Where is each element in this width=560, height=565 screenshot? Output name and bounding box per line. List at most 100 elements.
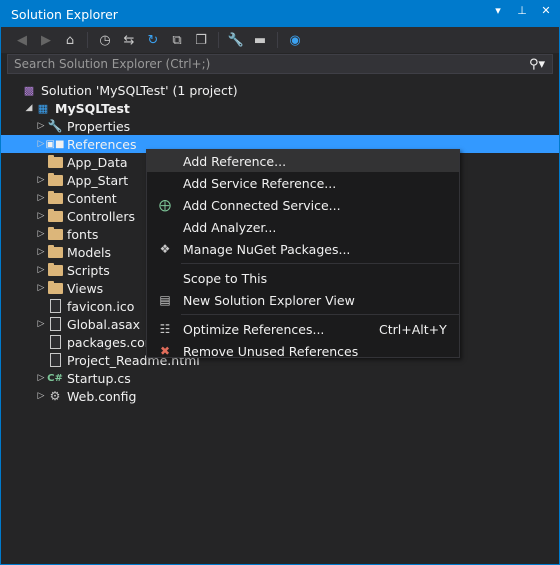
expand-arrow-icon[interactable]: ▷ [35,283,47,293]
collapse-all-icon[interactable]: ⧉ [168,31,186,49]
sync-with-active-document-icon[interactable]: ⇆ [120,31,138,49]
toolbar: ◀ ▶ ⌂ ◷ ⇆ ↻ ⧉ ❐ 🔧 ▬ ◉ [1,27,559,53]
menu-item[interactable]: Add Reference... [147,150,459,172]
menu-item[interactable]: Add Analyzer... [147,216,459,238]
globe-icon[interactable]: ◉ [286,31,304,49]
menu-item-label: Remove Unused References [183,343,359,359]
title-bar: Solution Explorer ▾ ⊥ ✕ [1,1,559,27]
menu-item[interactable]: ✖ Remove Unused References [147,340,459,362]
project-label: MySQLTest [55,100,130,116]
project-node[interactable]: ◢ ▦ MySQLTest [1,99,559,117]
menu-item[interactable]: ❖ Manage NuGet Packages... [147,238,459,260]
properties-wrench-icon[interactable]: 🔧 [227,31,245,49]
tree-item-label: Content [67,190,117,206]
expand-arrow-icon[interactable]: ▷ [35,373,47,383]
folder-icon [47,262,63,278]
file-icon [47,298,63,314]
solution-explorer-window: Solution Explorer ▾ ⊥ ✕ ◀ ▶ ⌂ ◷ ⇆ ↻ ⧉ ❐ … [0,0,560,565]
expand-arrow-icon[interactable]: ▷ [35,121,47,131]
context-menu: Add Reference... Add Service Reference...… [146,149,460,359]
window-title: Solution Explorer [11,6,118,22]
folder-icon [47,226,63,242]
window-dropdown-icon[interactable]: ▾ [491,4,505,17]
remove-references-icon: ✖ [159,344,171,358]
wrench-icon: 🔧 [47,119,63,133]
menu-separator [181,314,459,315]
expand-arrow-icon[interactable]: ▷ [35,211,47,221]
menu-item-label: Optimize References... [183,321,325,337]
title-bar-buttons: ▾ ⊥ ✕ [491,4,553,17]
toolbar-divider [218,32,219,48]
toolbar-divider [277,32,278,48]
close-icon[interactable]: ✕ [539,4,553,17]
folder-icon [47,280,63,296]
tree-item[interactable]: ▷ C# Startup.cs [1,369,559,387]
search-input[interactable]: Search Solution Explorer (Ctrl+;) [8,57,522,71]
context-menu-items: Add Reference... Add Service Reference...… [147,150,459,362]
tree-item-label: App_Data [67,154,128,170]
tree-item[interactable]: ▷ 🔧 Properties [1,117,559,135]
tree-item-label: References [67,136,137,152]
project-icon: ▦ [37,101,49,115]
tree-item-label: Scripts [67,262,110,278]
menu-item-label: Add Connected Service... [183,197,341,213]
menu-item-label: Scope to This [183,270,268,286]
expand-arrow-icon[interactable]: ▷ [35,193,47,203]
pending-changes-filter-icon[interactable]: ◷ [96,31,114,49]
collapse-arrow-icon[interactable]: ◢ [23,103,35,113]
menu-item-label: Add Analyzer... [183,219,277,235]
toolbar-divider [87,32,88,48]
tree-item-label: App_Start [67,172,129,188]
folder-icon [47,154,63,170]
tree-item-label: Global.asax [67,316,141,332]
tree-item-label: fonts [67,226,99,242]
config-icon: ⚙ [49,389,61,403]
menu-item-shortcut: Ctrl+Alt+Y [379,321,447,337]
connected-service-icon: ⨁ [159,198,171,212]
tree-item-label: Models [67,244,112,260]
back-icon[interactable]: ◀ [13,31,31,49]
show-all-files-icon[interactable]: ❐ [192,31,210,49]
expand-arrow-icon[interactable]: ▷ [35,247,47,257]
menu-item-label: Manage NuGet Packages... [183,241,351,257]
optimize-icon: ☷ [159,322,171,336]
tree-item-label: Web.config [67,388,137,404]
folder-icon [47,190,63,206]
expand-arrow-icon[interactable]: ▷ [35,229,47,239]
expand-arrow-icon[interactable]: ▷ [35,391,47,401]
file-icon [47,352,63,368]
solution-icon: ▩ [23,83,35,97]
menu-separator [181,263,459,264]
home-icon[interactable]: ⌂ [61,31,79,49]
references-icon: ▣■ [45,138,65,150]
expand-arrow-icon[interactable]: ▷ [35,265,47,275]
search-box[interactable]: Search Solution Explorer (Ctrl+;) ⚲▾ [7,54,553,74]
menu-item[interactable]: ☷ Optimize References... Ctrl+Alt+Y [147,318,459,340]
refresh-icon[interactable]: ↻ [144,31,162,49]
csharp-icon: C# [47,372,63,384]
tree-item-label: Controllers [67,208,135,224]
menu-item[interactable]: ▤ New Solution Explorer View [147,289,459,311]
solution-node[interactable]: ▩ Solution 'MySQLTest' (1 project) [1,81,559,99]
menu-item-label: New Solution Explorer View [183,292,355,308]
solution-label: Solution 'MySQLTest' (1 project) [41,82,238,98]
menu-item[interactable]: ⨁ Add Connected Service... [147,194,459,216]
expand-arrow-icon[interactable]: ▷ [35,175,47,185]
nuget-icon: ❖ [159,242,171,256]
new-view-icon: ▤ [159,293,171,307]
tree-item[interactable]: ▷ ⚙ Web.config [1,387,559,405]
menu-item[interactable]: Scope to This [147,267,459,289]
expand-arrow-icon[interactable]: ▷ [35,319,47,329]
pin-icon[interactable]: ⊥ [515,4,529,17]
folder-icon [47,244,63,260]
folder-icon [47,208,63,224]
search-icon[interactable]: ⚲▾ [522,57,552,72]
tree-item-label: Properties [67,118,131,134]
menu-item-label: Add Service Reference... [183,175,337,191]
tree-item-label: Startup.cs [67,370,131,386]
menu-item[interactable]: Add Service Reference... [147,172,459,194]
file-icon [47,334,63,350]
preview-selected-items-icon[interactable]: ▬ [251,31,269,49]
file-icon [47,316,63,332]
forward-icon[interactable]: ▶ [37,31,55,49]
